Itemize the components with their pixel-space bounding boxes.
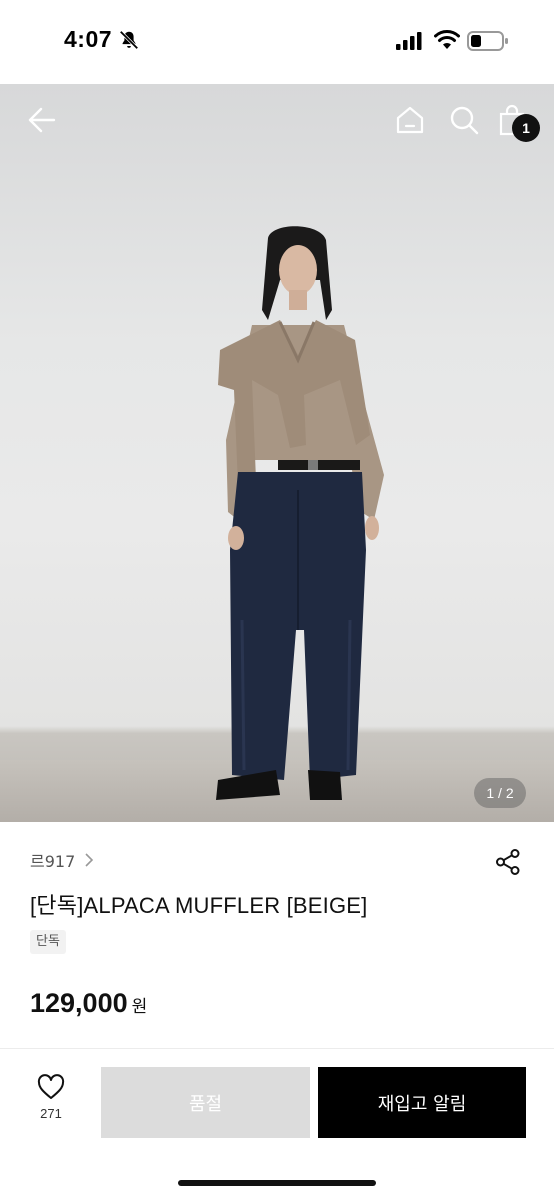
divider — [0, 1048, 554, 1049]
heart-icon — [37, 1074, 65, 1099]
soldout-button[interactable]: 품절 — [101, 1067, 310, 1138]
bell-slash-icon — [119, 30, 139, 50]
brand-name: 르917 — [30, 852, 76, 871]
cart-count-badge[interactable]: 1 — [512, 114, 540, 142]
battery-icon — [467, 31, 508, 51]
price-currency: 원 — [131, 997, 148, 1017]
model-photo — [216, 226, 384, 800]
price: 129,000 원 — [30, 988, 147, 1019]
like-button[interactable]: 271 — [24, 1074, 78, 1134]
status-time: 4:07 — [64, 26, 113, 52]
product-title: [단독]ALPACA MUFFLER [BEIGE] — [30, 893, 368, 918]
exclusive-tag: 단독 — [30, 930, 66, 954]
signal-icon — [396, 32, 422, 50]
home-indicator[interactable] — [178, 1180, 376, 1186]
share-icon[interactable] — [494, 848, 522, 876]
brand-link[interactable]: 르917 — [30, 848, 95, 872]
restock-alert-button[interactable]: 재입고 알림 — [318, 1067, 526, 1138]
home-icon[interactable] — [394, 104, 426, 136]
status-bar: 4:07 — [0, 0, 554, 84]
price-amount: 129,000 — [30, 988, 128, 1018]
search-icon[interactable] — [448, 104, 480, 136]
chevron-right-icon — [85, 853, 94, 867]
back-arrow-icon[interactable] — [26, 104, 58, 136]
image-counter: 1 / 2 — [474, 778, 526, 808]
like-count: 271 — [40, 1106, 62, 1121]
product-image[interactable]: 1 1 / 2 — [0, 84, 554, 822]
wifi-icon — [434, 30, 460, 49]
